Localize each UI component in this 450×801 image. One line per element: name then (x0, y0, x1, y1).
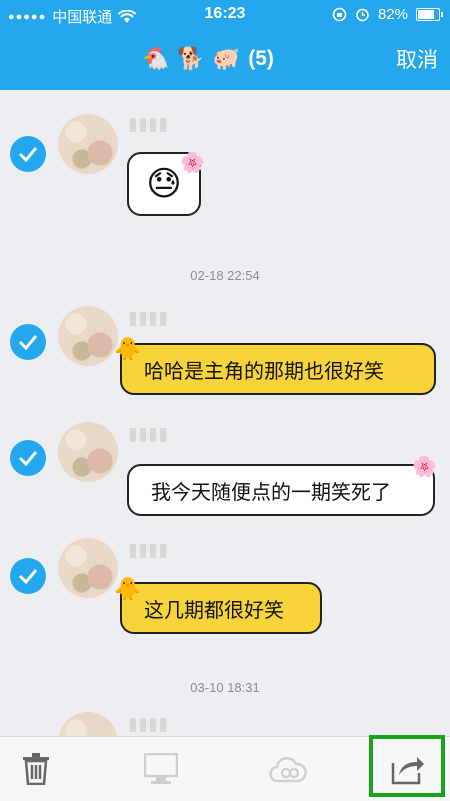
select-checkbox[interactable] (10, 440, 46, 476)
alarm-icon (356, 8, 369, 22)
avatar[interactable] (58, 114, 118, 174)
header-bar: ●●●●● 中国联通 16:23 82% 🐔 🐕 � (0, 0, 450, 90)
checkmark-icon (18, 335, 38, 350)
sender-name (130, 718, 170, 732)
message-bubble[interactable]: 哈哈是主角的那期也很好笑 (120, 343, 436, 395)
chick-decoration-icon: 🐥 (114, 336, 142, 361)
title-bar: 🐔 🐕 🐖 (5) 取消 (0, 38, 450, 82)
monitor-icon (144, 753, 178, 784)
avatar[interactable] (58, 538, 118, 598)
sender-name (130, 312, 170, 326)
sender-name (130, 544, 170, 558)
sender-name (130, 118, 170, 132)
message-timestamp: 02-18 22:54 (190, 268, 260, 283)
battery-percent: 82% (377, 6, 408, 23)
delete-button[interactable] (14, 747, 58, 791)
cloud-icon (269, 757, 307, 783)
cancel-button[interactable]: 取消 (396, 44, 438, 74)
select-checkbox[interactable] (10, 136, 46, 172)
message-bubble[interactable]: 这几期都很好笑 (120, 582, 322, 634)
avatar[interactable] (58, 422, 118, 482)
avatar[interactable] (58, 306, 118, 366)
avatar[interactable] (58, 712, 118, 736)
chicken-emoji: 🐔 (142, 46, 170, 71)
message-text: 哈哈是主角的那期也很好笑 (144, 360, 384, 383)
message-timestamp: 03-10 18:31 (190, 680, 260, 695)
send-to-computer-button[interactable] (139, 747, 183, 791)
blossom-decoration-icon: 🌸 (412, 456, 437, 478)
chat-list: 😓 🌸 02-18 22:54 哈哈是主角的那期也很好笑 🐥 我今天随便点的一期… (0, 90, 450, 736)
dog-emoji: 🐕 (177, 46, 205, 71)
message-bubble[interactable]: 我今天随便点的一期笑死了 (127, 464, 435, 516)
trash-icon (23, 753, 49, 785)
chat-title: 🐔 🐕 🐖 (5) (142, 46, 274, 72)
battery-icon (416, 8, 443, 21)
save-to-cloud-button[interactable] (266, 747, 310, 791)
select-checkbox[interactable] (10, 324, 46, 360)
sweat-face-sticker: 😓 (146, 165, 182, 203)
pig-emoji: 🐖 (212, 46, 241, 71)
bottom-toolbar (0, 735, 450, 801)
member-count: (5) (248, 47, 274, 70)
chick-decoration-icon: 🐥 (114, 576, 142, 601)
message-text: 这几期都很好笑 (144, 599, 284, 622)
highlight-frame (369, 735, 445, 797)
rotation-lock-icon (332, 7, 347, 22)
sender-name (130, 428, 170, 442)
message-text: 我今天随便点的一期笑死了 (151, 481, 391, 504)
checkmark-icon (18, 147, 38, 162)
select-checkbox[interactable] (10, 558, 46, 594)
checkmark-icon (18, 569, 38, 584)
status-bar: ●●●●● 中国联通 16:23 82% (0, 0, 450, 32)
blossom-decoration-icon: 🌸 (180, 152, 205, 174)
checkmark-icon (18, 451, 38, 466)
